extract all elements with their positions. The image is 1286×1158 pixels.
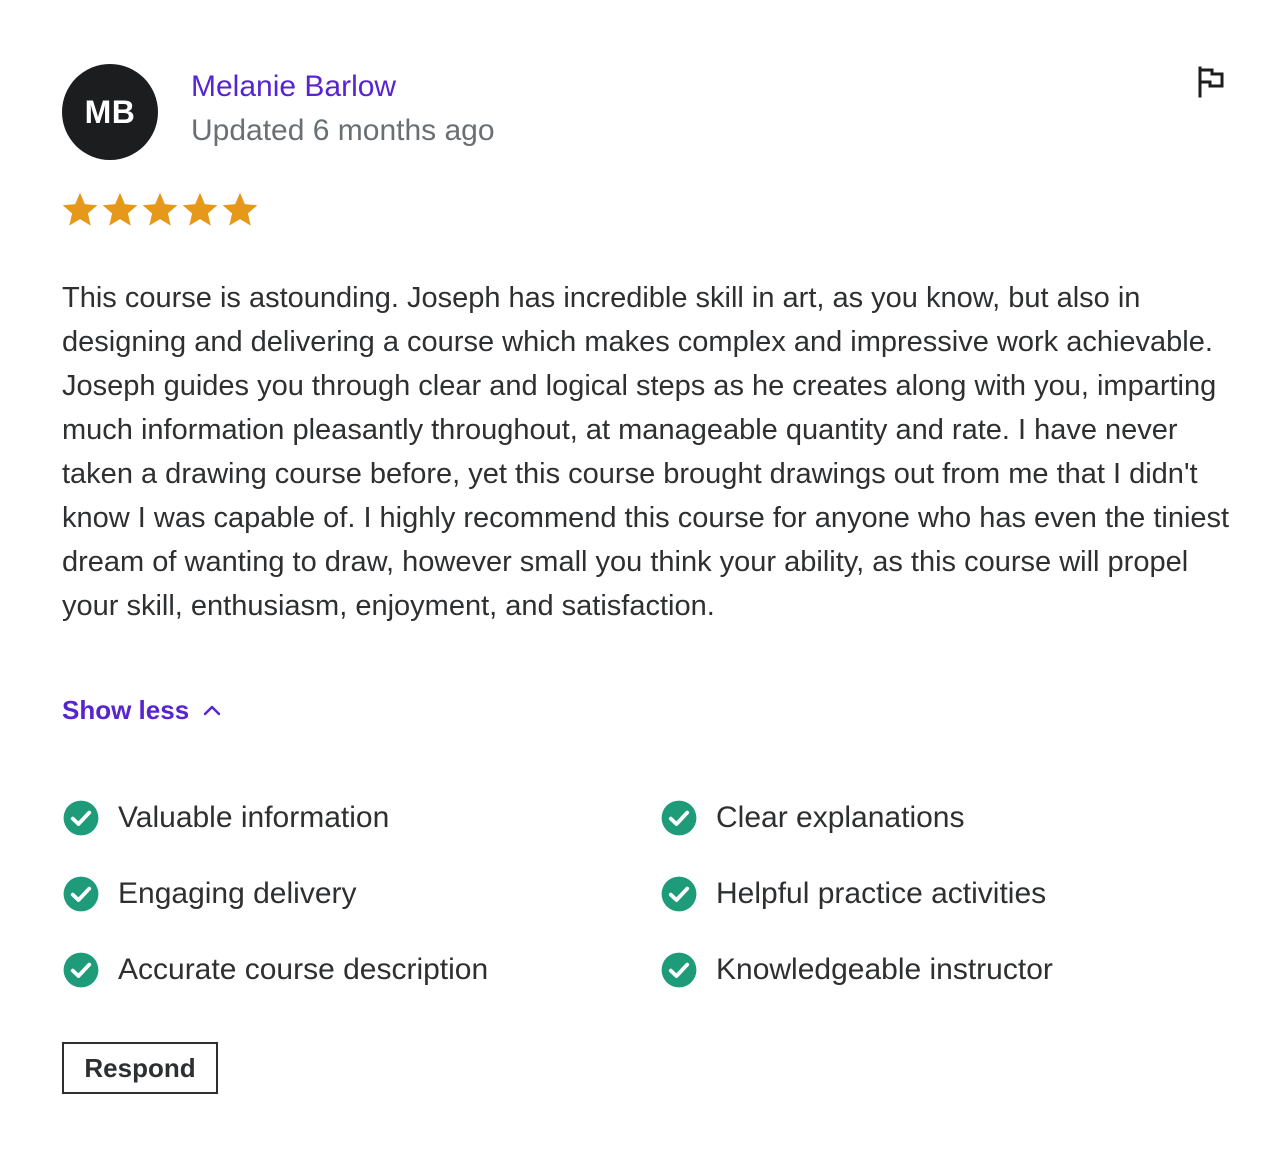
check-circle-icon bbox=[63, 800, 99, 836]
review-tag: Knowledgeable instructor bbox=[660, 948, 1220, 992]
review-tag-label: Knowledgeable instructor bbox=[716, 953, 1053, 986]
show-less-label: Show less bbox=[62, 695, 190, 725]
check-circle-icon bbox=[63, 952, 99, 988]
review-tag: Valuable information bbox=[62, 796, 660, 840]
avatar-initials: MB bbox=[84, 93, 136, 130]
check-circle-icon bbox=[661, 800, 697, 836]
review-text: This course is astounding. Joseph has in… bbox=[62, 282, 1230, 622]
review-tag-label: Engaging delivery bbox=[118, 877, 357, 910]
review-tag-label: Accurate course description bbox=[118, 953, 489, 986]
review-tag: Helpful practice activities bbox=[660, 872, 1220, 916]
star-icon bbox=[142, 192, 178, 226]
flag-icon bbox=[1198, 66, 1224, 98]
star-icon bbox=[102, 192, 138, 226]
reviewer-name: Melanie Barlow bbox=[191, 70, 397, 103]
review-tag: Clear explanations bbox=[660, 796, 1220, 840]
show-less-button[interactable]: Show less bbox=[62, 690, 221, 730]
check-circle-icon bbox=[661, 952, 697, 988]
review-updated-time: Updated 6 months ago bbox=[191, 114, 495, 147]
review-tag: Engaging delivery bbox=[62, 872, 660, 916]
report-button[interactable] bbox=[1190, 62, 1230, 102]
respond-button[interactable]: Respond bbox=[62, 1042, 218, 1094]
star-rating bbox=[62, 192, 258, 228]
review-tags: Valuable information Clear explanations En… bbox=[62, 796, 1252, 992]
check-circle-icon bbox=[661, 876, 697, 912]
star-icon bbox=[222, 192, 258, 226]
review-tag: Accurate course description bbox=[62, 948, 660, 992]
chevron-up-icon bbox=[203, 705, 221, 716]
star-icon bbox=[182, 192, 218, 226]
review-tag-label: Clear explanations bbox=[716, 801, 965, 834]
star-icon bbox=[62, 192, 98, 226]
review-tag-label: Helpful practice activities bbox=[716, 877, 1047, 910]
avatar: MB bbox=[62, 64, 158, 160]
review-tag-label: Valuable information bbox=[118, 801, 390, 834]
check-circle-icon bbox=[63, 876, 99, 912]
